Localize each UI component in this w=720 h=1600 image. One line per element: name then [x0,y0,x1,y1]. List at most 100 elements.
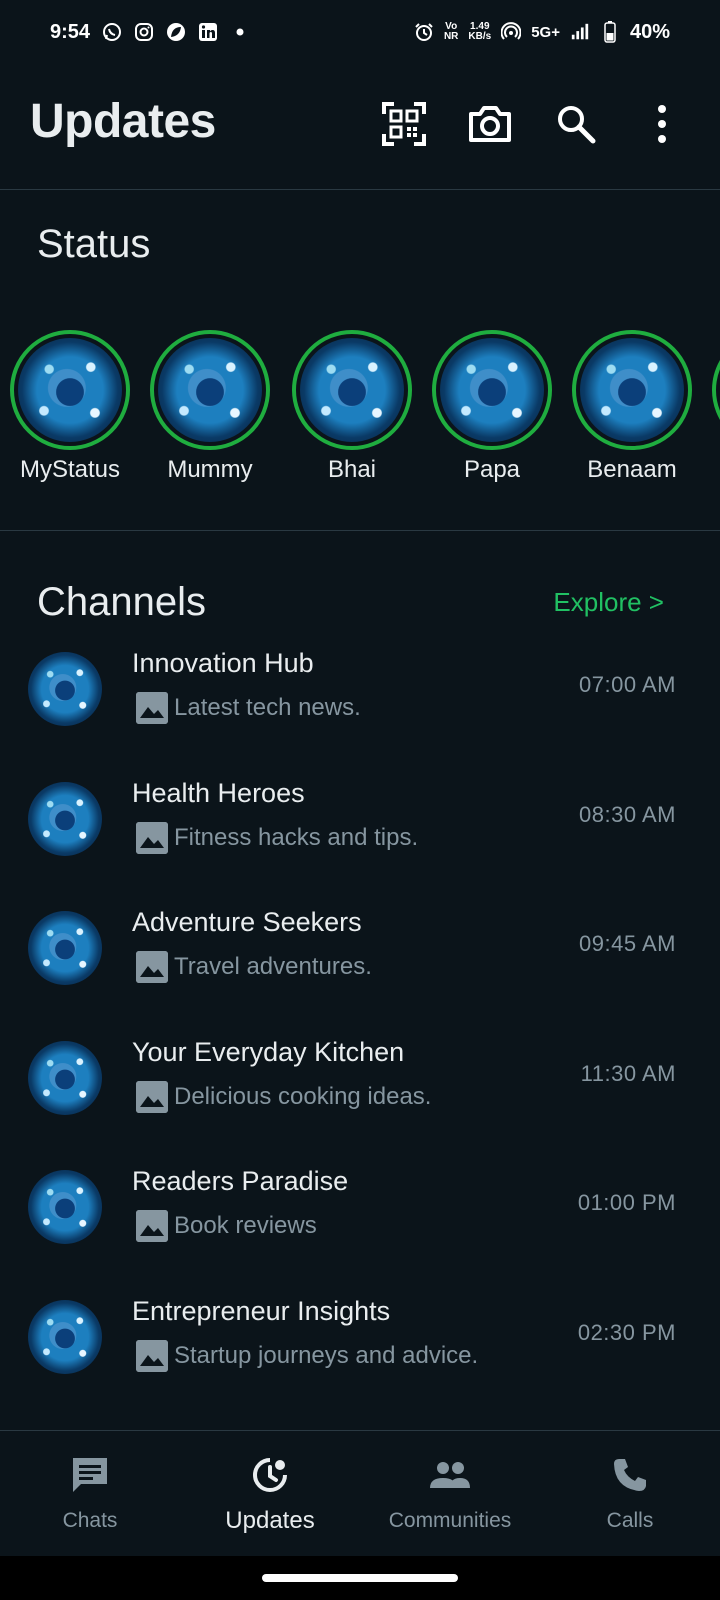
status-ring [432,330,552,450]
nav-chats[interactable]: Chats [0,1453,180,1533]
channel-row[interactable]: Innovation Hub Latest tech news. 07:00 A… [0,640,720,770]
signal-icon [570,22,590,42]
image-icon [136,1210,168,1242]
nav-updates[interactable]: Updates [180,1453,360,1535]
nav-label: Updates [225,1507,315,1534]
channel-preview-text: Latest tech news. [174,694,361,721]
status-ring [292,330,412,450]
channel-time: 08:30 AM [579,801,676,827]
linkedin-icon [198,22,218,42]
status-item[interactable]: Bhai [287,330,417,484]
channel-avatar [28,1170,102,1244]
qr-scan-icon[interactable] [380,100,428,148]
channel-preview: Delicious cooking ideas. [136,1080,432,1113]
top-app-bar: Updates [0,64,720,190]
gesture-navigation-bar [0,1556,720,1600]
channel-name: Innovation Hub [132,648,314,678]
channel-preview-text: Fitness hacks and tips. [174,823,419,851]
more-vert-icon[interactable] [638,100,686,148]
status-item[interactable]: Benaam [567,330,697,484]
status-item-partial[interactable] [707,330,720,450]
phone-icon [608,1453,652,1497]
status-section-title: Status [37,222,151,266]
page-title: Updates [30,95,216,148]
image-icon [136,692,168,724]
status-item[interactable]: MyStatus [5,330,135,484]
status-name: Bhai [327,456,377,483]
channel-row[interactable]: Adventure Seekers Travel adventures. 09:… [0,899,720,1029]
network-type: 5G+ [531,23,560,41]
instagram-icon [134,22,154,42]
home-gesture-handle[interactable] [262,1574,458,1582]
status-name: Mummy [167,456,253,483]
avatar [18,338,122,442]
status-name: MyStatus [19,456,121,483]
battery-icon [600,21,620,43]
nav-label: Calls [606,1509,654,1532]
explore-link[interactable]: Explore > [553,587,664,618]
channel-avatar [28,652,102,726]
channel-avatar [28,1040,102,1115]
channels-section-title: Channels [37,580,207,624]
network-speed: 1.49 KB/s [468,21,492,42]
status-carousel[interactable]: MyStatus Mummy Bhai Papa Benaam [0,330,720,500]
avatar [158,338,262,442]
channel-name: Entrepreneur Insights [132,1295,391,1326]
status-name: Papa [463,456,521,483]
updates-icon [248,1453,292,1497]
nav-communities[interactable]: Communities [360,1453,540,1533]
nav-label: Communities [388,1509,512,1532]
channel-preview-text: Book reviews [174,1212,317,1239]
section-divider [0,530,720,531]
channel-time: 07:00 AM [579,672,676,697]
channel-avatar [28,1299,102,1374]
image-icon [136,951,168,983]
whatsapp-icon [102,22,122,42]
leaf-app-icon [166,22,186,42]
channel-row[interactable]: Entrepreneur Insights Startup journeys a… [0,1288,720,1418]
channel-preview: Travel adventures. [136,951,372,983]
image-icon [136,1080,168,1113]
status-ring [150,330,270,450]
channel-name: Adventure Seekers [132,907,362,937]
nav-label: Chats [62,1509,118,1532]
channel-name: Readers Paradise [132,1166,349,1196]
status-item[interactable]: Papa [427,330,557,484]
channel-preview: Startup journeys and advice. [136,1339,478,1372]
channel-avatar [28,781,102,856]
channel-list: Innovation Hub Latest tech news. 07:00 A… [0,640,720,1417]
communities-icon [428,1453,472,1497]
system-status-bar: 9:54 Vo NR 1.49 KB/s 5G+ 40% [0,0,720,64]
avatar [580,338,684,442]
volte-icon: Vo NR [443,21,459,42]
channel-row[interactable]: Health Heroes Fitness hacks and tips. 08… [0,770,720,900]
search-icon[interactable] [552,100,600,148]
status-ring [572,330,692,450]
image-icon [136,1339,168,1372]
channel-name: Your Everyday Kitchen [132,1036,405,1067]
avatar [300,338,404,442]
avatar [440,338,544,442]
channel-time: 02:30 PM [577,1319,676,1345]
status-item[interactable]: Mummy [145,330,275,484]
camera-icon[interactable] [466,100,514,148]
alarm-icon [414,22,434,42]
channel-time: 09:45 AM [579,931,676,956]
nav-calls[interactable]: Calls [540,1453,720,1533]
status-ring [10,330,130,450]
channel-row[interactable]: Your Everyday Kitchen Delicious cooking … [0,1029,720,1159]
channel-name: Health Heroes [132,777,305,808]
channel-preview-text: Delicious cooking ideas. [174,1082,432,1110]
hotspot-icon [501,22,522,42]
chat-icon [68,1453,112,1497]
channel-time: 11:30 AM [580,1060,676,1086]
clock: 9:54 [50,20,91,43]
channel-row[interactable]: Readers Paradise Book reviews 01:00 PM [0,1158,720,1288]
dot-icon [230,22,250,42]
channel-preview: Fitness hacks and tips. [136,821,419,854]
channel-preview-text: Travel adventures. [174,953,372,980]
channel-preview: Latest tech news. [136,692,361,724]
channel-time: 01:00 PM [577,1190,676,1215]
status-ring [712,330,720,450]
image-icon [136,821,168,854]
